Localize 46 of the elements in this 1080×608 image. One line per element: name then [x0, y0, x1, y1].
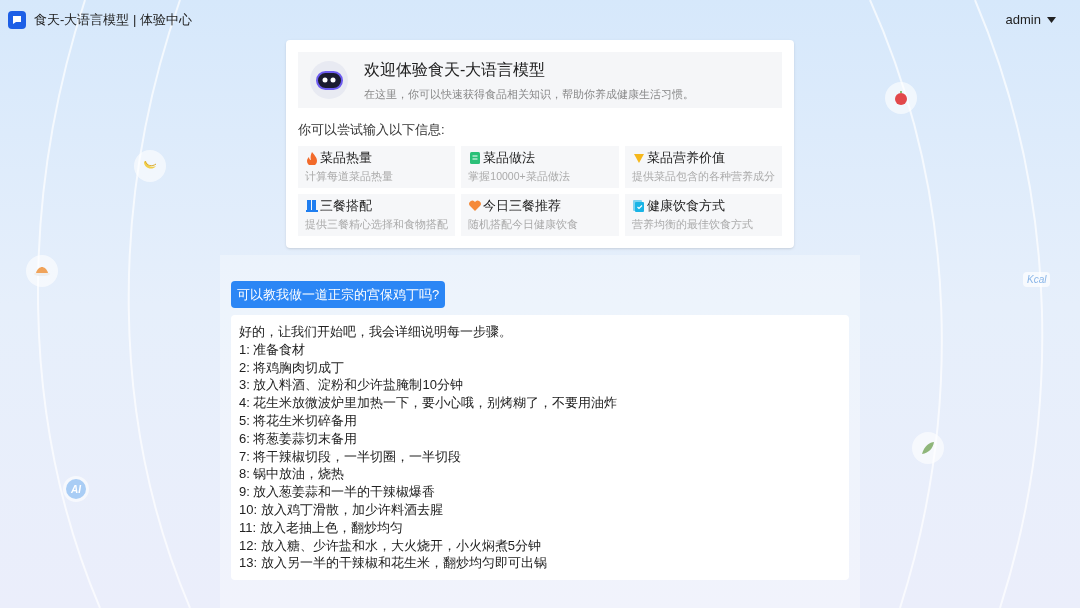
suggestion-card[interactable]: 菜品营养价值 提供菜品包含的各种营养成分 — [624, 145, 782, 188]
answer-line: 2: 将鸡胸肉切成丁 — [239, 358, 346, 377]
suggestion-title: 健康饮食方式 — [646, 196, 725, 215]
answer-line: 8: 锅中放油，烧热 — [239, 465, 346, 484]
answer-line: 11: 放入老抽上色，翻炒均匀 — [239, 518, 404, 537]
suggestion-description: 营养均衡的最佳饮食方式 — [631, 217, 754, 233]
answer-line: 9: 放入葱姜蒜和一半的干辣椒爆香 — [239, 483, 437, 501]
suggestion-card[interactable]: 菜品做法 掌握10000+菜品做法 — [461, 145, 619, 188]
suggestion-description: 随机搭配今日健康饮食 — [468, 217, 580, 233]
answer-line: 1: 准备食材 — [239, 340, 307, 359]
answer-line: 4: 花生米放微波炉里加热一下，要小心哦，别烤糊了，不要用油炸 — [239, 394, 619, 412]
book-icon — [305, 198, 319, 213]
suggestion-title: 菜品做法 — [483, 148, 536, 167]
answer-line: 5: 将花生米切碎备用 — [239, 412, 359, 430]
suggestion-prompt: 你可以尝试输入以下信息: — [298, 121, 446, 139]
suggestion-card[interactable]: 菜品热量 计算每道菜品热量 — [298, 145, 456, 188]
chat-logo-icon — [8, 11, 26, 29]
app-title: 食天-大语言模型 | 体验中心 — [34, 11, 192, 30]
user-question-bubble: 可以教我做一道正宗的宫保鸡丁吗? — [231, 280, 446, 308]
ai-badge: AI — [66, 479, 86, 499]
suggestion-description: 掌握10000+菜品做法 — [468, 169, 571, 185]
answer-line: 12: 放入糖、少许盐和水，大火烧开，小火焖煮5分钟 — [239, 536, 542, 555]
answer-line: 3: 放入料酒、淀粉和少许盐腌制10分钟 — [239, 376, 464, 395]
suggestion-description: 计算每道菜品热量 — [305, 169, 394, 185]
suggestion-title: 今日三餐推荐 — [483, 196, 562, 215]
welcome-subtitle: 在这里，你可以快速获得食品相关知识，帮助你养成健康生活习惯。 — [364, 86, 694, 102]
suggestion-card[interactable]: 健康饮食方式 营养均衡的最佳饮食方式 — [624, 193, 782, 236]
suggestion-description: 提供菜品包含的各种营养成分 — [631, 169, 775, 185]
caret-icon — [1047, 17, 1056, 23]
flame-icon — [305, 150, 319, 165]
answer-line: 10: 放入鸡丁滑散，加少许料酒去腥 — [239, 500, 444, 519]
checklist-icon — [631, 198, 646, 213]
kcal-tag: Kcal — [1023, 272, 1051, 287]
answer-line: 6: 将葱姜蒜切末备用 — [239, 429, 359, 448]
note-icon — [468, 150, 483, 165]
suggestion-card[interactable]: 今日三餐推荐 随机搭配今日健康饮食 — [461, 193, 619, 236]
welcome-title: 欢迎体验食天-大语言模型 — [364, 59, 547, 80]
user-menu[interactable]: admin — [1005, 10, 1056, 30]
robot-icon — [310, 61, 348, 99]
answer-line: 好的，让我们开始吧，我会详细说明每一步骤。 — [239, 323, 513, 341]
suggestion-title: 菜品营养价值 — [646, 148, 725, 167]
suggestion-title: 菜品热量 — [320, 148, 372, 167]
answer-line: 7: 将干辣椒切段，一半切圈，一半切段 — [239, 447, 463, 466]
suggestion-title: 三餐搭配 — [320, 196, 372, 215]
heart-icon — [468, 198, 483, 213]
answer-line: 13: 放入另一半的干辣椒和花生米，翻炒均匀即可出锅 — [239, 554, 548, 573]
